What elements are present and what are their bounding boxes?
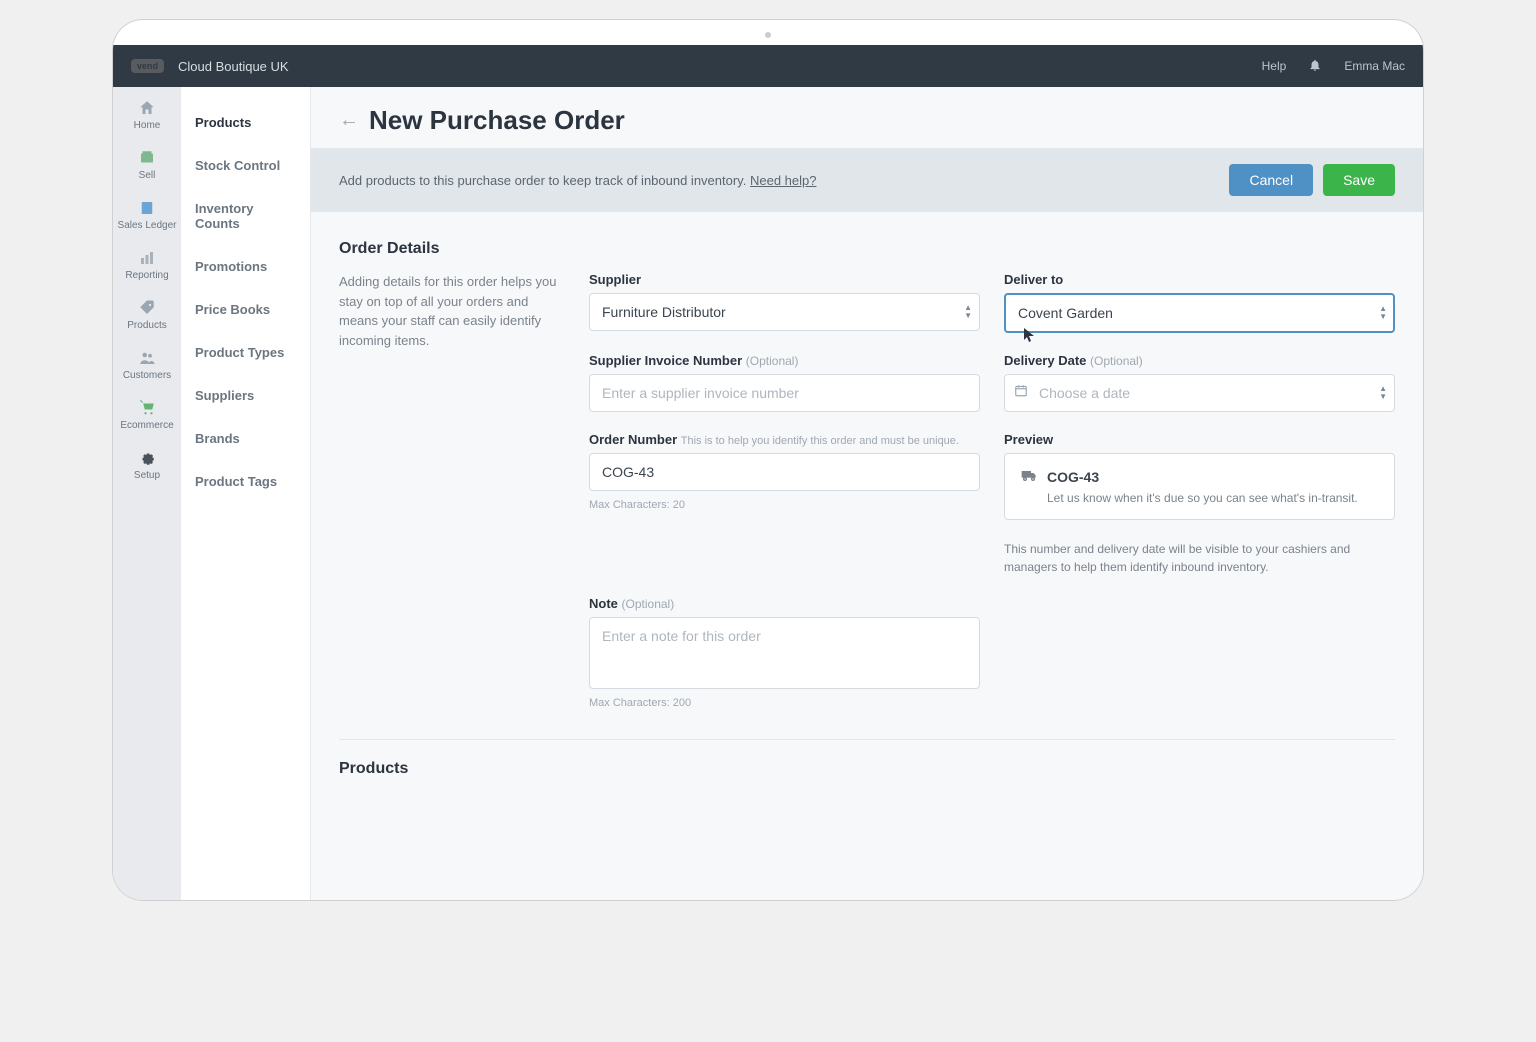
order-details-heading: Order Details xyxy=(339,240,1395,258)
note-label: Note (Optional) xyxy=(589,596,980,611)
users-icon xyxy=(138,349,156,367)
preview-code: COG-43 xyxy=(1047,469,1099,485)
truck-icon xyxy=(1021,468,1037,485)
note-max: Max Characters: 200 xyxy=(589,697,980,709)
subnav-item-products[interactable]: Products xyxy=(181,101,310,144)
home-icon xyxy=(138,99,156,117)
rail-label: Sales Ledger xyxy=(118,220,177,231)
preview-label: Preview xyxy=(1004,432,1395,447)
supplier-label: Supplier xyxy=(589,272,980,287)
order-number-max: Max Characters: 20 xyxy=(589,499,980,511)
rail-item-setup[interactable]: Setup xyxy=(134,449,160,481)
delivery-date-label: Delivery Date (Optional) xyxy=(1004,353,1395,368)
chart-icon xyxy=(138,249,156,267)
rail-label: Setup xyxy=(134,470,160,481)
help-link[interactable]: Help xyxy=(1262,59,1287,73)
ledger-icon xyxy=(138,199,156,217)
rail-label: Products xyxy=(127,320,166,331)
rail-label: Customers xyxy=(123,370,171,381)
hint-text: Add products to this purchase order to k… xyxy=(339,173,746,188)
page-title: New Purchase Order xyxy=(369,105,625,136)
supplier-invoice-label: Supplier Invoice Number (Optional) xyxy=(589,353,980,368)
rail-label: Sell xyxy=(139,170,156,181)
org-name[interactable]: Cloud Boutique UK xyxy=(178,59,289,74)
deliver-to-select[interactable]: Covent Garden ▲▼ xyxy=(1004,293,1395,333)
order-number-label: Order Number This is to help you identif… xyxy=(589,432,980,447)
cursor-icon xyxy=(1024,328,1036,345)
rail-item-products[interactable]: Products xyxy=(127,299,166,331)
note-textarea[interactable] xyxy=(589,617,980,689)
supplier-invoice-input[interactable] xyxy=(589,374,980,412)
device-camera xyxy=(765,32,771,38)
calendar-icon xyxy=(1014,384,1028,403)
topbar: vend Cloud Boutique UK Help Emma Mac xyxy=(113,45,1423,87)
subnav-item-promotions[interactable]: Promotions xyxy=(181,245,310,288)
delivery-date-input[interactable]: Choose a date ▲▼ xyxy=(1004,374,1395,412)
tag-icon xyxy=(138,299,156,317)
notifications-icon[interactable] xyxy=(1308,58,1322,75)
subnav-item-price-books[interactable]: Price Books xyxy=(181,288,310,331)
rail-item-home[interactable]: Home xyxy=(134,99,161,131)
cart-icon xyxy=(138,399,156,417)
register-icon xyxy=(138,149,156,167)
rail-item-customers[interactable]: Customers xyxy=(123,349,171,381)
products-heading: Products xyxy=(339,760,1395,778)
section-divider xyxy=(339,739,1395,740)
supplier-value: Furniture Distributor xyxy=(589,293,980,331)
logo-badge: vend xyxy=(131,59,164,73)
back-arrow-icon[interactable]: ← xyxy=(339,109,359,132)
subnav: Products Stock Control Inventory Counts … xyxy=(181,87,311,900)
main-content: ← New Purchase Order Add products to thi… xyxy=(311,87,1423,900)
supplier-select[interactable]: Furniture Distributor ▲▼ xyxy=(589,293,980,331)
hint-bar: Add products to this purchase order to k… xyxy=(311,148,1423,212)
deliver-to-label: Deliver to xyxy=(1004,272,1395,287)
preview-subtext: Let us know when it's due so you can see… xyxy=(1047,491,1378,505)
rail-item-sales-ledger[interactable]: Sales Ledger xyxy=(118,199,177,231)
need-help-link[interactable]: Need help? xyxy=(750,173,817,188)
preview-box: COG-43 Let us know when it's due so you … xyxy=(1004,453,1395,520)
subnav-item-inventory-counts[interactable]: Inventory Counts xyxy=(181,187,310,245)
subnav-item-brands[interactable]: Brands xyxy=(181,417,310,460)
rail-label: Reporting xyxy=(125,270,168,281)
save-button[interactable]: Save xyxy=(1323,164,1395,196)
rail-item-reporting[interactable]: Reporting xyxy=(125,249,168,281)
subnav-item-suppliers[interactable]: Suppliers xyxy=(181,374,310,417)
preview-info: This number and delivery date will be vi… xyxy=(1004,540,1395,576)
subnav-item-product-types[interactable]: Product Types xyxy=(181,331,310,374)
order-details-description: Adding details for this order helps you … xyxy=(339,272,559,709)
rail-label: Home xyxy=(134,120,161,131)
subnav-item-product-tags[interactable]: Product Tags xyxy=(181,460,310,503)
subnav-item-stock-control[interactable]: Stock Control xyxy=(181,144,310,187)
cancel-button[interactable]: Cancel xyxy=(1229,164,1313,196)
rail-item-sell[interactable]: Sell xyxy=(138,149,156,181)
gear-icon xyxy=(138,449,156,467)
user-name[interactable]: Emma Mac xyxy=(1344,59,1405,73)
deliver-to-value: Covent Garden xyxy=(1004,293,1395,333)
order-number-input[interactable] xyxy=(589,453,980,491)
icon-rail: Home Sell Sales Ledger Reporting Product… xyxy=(113,87,181,900)
rail-item-ecommerce[interactable]: Ecommerce xyxy=(120,399,173,431)
rail-label: Ecommerce xyxy=(120,420,173,431)
